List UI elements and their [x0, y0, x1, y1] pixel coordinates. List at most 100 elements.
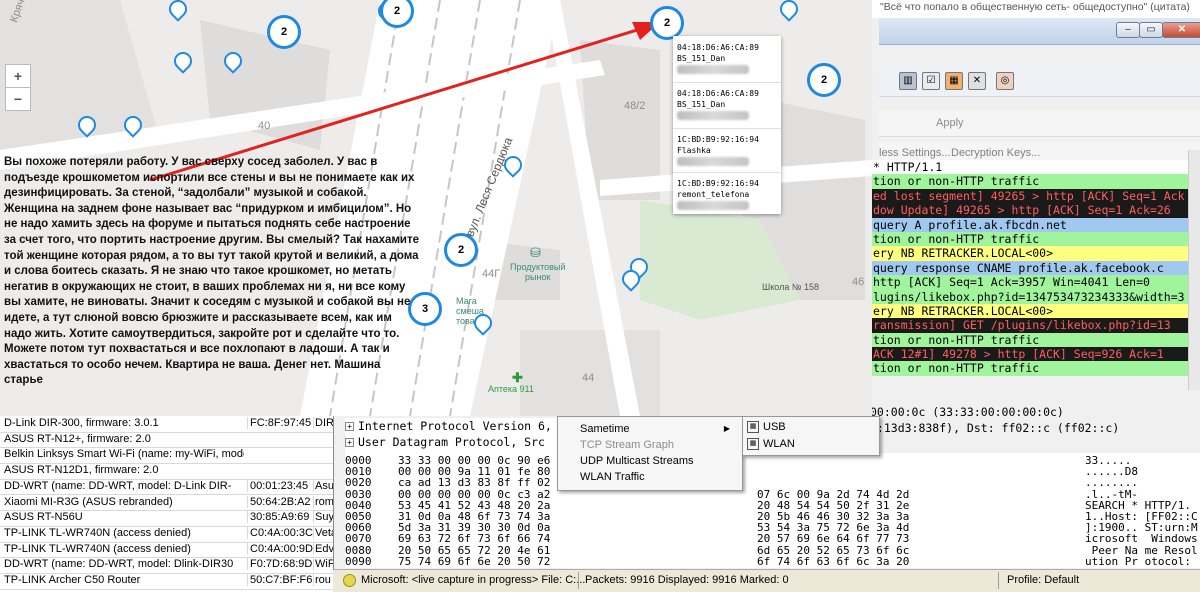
- main-toolbar: ▥ ☑ ▦ ✕ ◎: [879, 66, 1200, 97]
- submenu-item-wlan[interactable]: WLAN: [763, 436, 795, 452]
- router-extra: Suy: [313, 511, 333, 524]
- router-row[interactable]: TP-LINK Archer C50 Router 50:C7:BF:F6 rou: [0, 573, 333, 590]
- detail-line[interactable]: 00:00:0c (33:33:00:00:00:0c): [870, 404, 1200, 420]
- router-name: TP-LINK TL-WR740N (access denied): [4, 542, 191, 555]
- packet-row[interactable]: dow Update] 49265 > http [ACK] Seq=1 Ack…: [870, 203, 1188, 218]
- packet-row[interactable]: http [ACK] Seq=1 Ack=3957 Win=4041 Len=0: [870, 275, 1188, 290]
- packet-row[interactable]: ery NB RETRACKER.LOCAL<00>: [870, 246, 1188, 261]
- check-icon[interactable]: ☑: [922, 72, 940, 90]
- zoom-out-button[interactable]: −: [5, 87, 31, 111]
- detail-row-ipv6[interactable]: + Internet Protocol Version 6,: [345, 418, 560, 434]
- router-row[interactable]: ASUS RT-N12D1, firmware: 2.0: [0, 463, 333, 480]
- close-button[interactable]: ✕: [1162, 22, 1200, 38]
- packet-details-left: + Internet Protocol Version 6, + User Data…: [345, 418, 560, 454]
- map-view[interactable]: Крячевского вул. Леся Сердюка 40 48/2 44…: [0, 0, 872, 416]
- minimize-button[interactable]: –: [1116, 22, 1140, 38]
- decryption-keys-button[interactable]: Decryption Keys...: [951, 147, 1040, 159]
- usb-icon: ▦: [747, 421, 759, 433]
- maximize-button[interactable]: ▭: [1139, 22, 1163, 38]
- hex-hex-right: 6f 74 6f 63 6f 6c 3a 20: [757, 554, 910, 568]
- menu-item-wlan-traffic[interactable]: WLAN Traffic: [580, 469, 645, 485]
- map-cluster[interactable]: 2: [267, 15, 301, 49]
- router-name: DD-WRT (name: DD-WRT, model: D-Link DIR-: [4, 479, 232, 492]
- detail-row-udp[interactable]: + User Datagram Protocol, Src: [345, 434, 560, 450]
- router-extra: Edv: [313, 542, 333, 555]
- popup-entry[interactable]: 1C:BD:B9:92:16:94 Flashka: [677, 134, 777, 166]
- submenu-item-usb[interactable]: USB: [763, 419, 786, 435]
- stats-icon[interactable]: ▥: [899, 72, 917, 90]
- packet-row[interactable]: query A profile.ak.fbcdn.net: [870, 217, 1188, 232]
- router-extra: DIR-: [313, 417, 333, 429]
- color-icon[interactable]: ▦: [945, 72, 963, 90]
- detail-line[interactable]: d:13d3:838f), Dst: ff02::c (ff02::c): [870, 420, 1200, 436]
- router-row[interactable]: Belkin Linksys Smart Wi-Fi (name: my-WiF…: [0, 447, 333, 465]
- network-popup: 04:18:D6:A6:CA:89 BS_151_Dan 04:18:D6:A6…: [673, 36, 781, 214]
- capture-status-icon[interactable]: [343, 574, 356, 587]
- tools-icon[interactable]: ✕: [968, 72, 986, 90]
- wlan-icon: ▦: [747, 438, 759, 450]
- map-cluster[interactable]: 2: [807, 63, 841, 97]
- top-quote: "Всё что попало в общественную сеть- общ…: [880, 1, 1190, 13]
- menu-item-sametime[interactable]: Sametime ▶: [580, 421, 736, 437]
- status-file: Microsoft: <live capture in progress> Fi…: [361, 574, 586, 586]
- popup-mac: 1C:BD:B9:92:16:94: [677, 135, 759, 144]
- popup-entry[interactable]: 04:18:D6:A6:CA:89 BS_151_Dan: [677, 42, 777, 74]
- packet-row[interactable]: ransmission] GET /plugins/likebox.php?id…: [870, 318, 1188, 333]
- packet-row[interactable]: ed lost segment] 49265 > http [ACK] Seq=…: [870, 188, 1188, 204]
- packet-row[interactable]: tion or non-HTTP traffic: [870, 231, 1188, 247]
- hex-dump-pane[interactable]: 0000 33 33 00 00 00 0c 90 e6 33..... 0010 00…: [345, 453, 1200, 568]
- router-name: ASUS RT-N12+, firmware: 2.0: [4, 432, 151, 445]
- popup-entry[interactable]: 04:18:D6:A6:CA:89 BS_151_Dan: [677, 88, 777, 120]
- router-row[interactable]: TP-LINK TL-WR740N (access denied) C0:4A:0…: [0, 542, 333, 559]
- packet-row[interactable]: tion or non-HTTP traffic: [870, 174, 1188, 189]
- router-name: DD-WRT (name: DD-WRT, model: Dlink-DIR30: [4, 558, 234, 571]
- expand-icon[interactable]: +: [345, 422, 354, 431]
- shop-icon: ⛁: [530, 245, 541, 260]
- popup-name: BS_151_Dan: [677, 100, 726, 109]
- packet-row[interactable]: * HTTP/1.1: [870, 160, 1188, 175]
- router-mac: 50:C7:BF:F6: [247, 574, 314, 586]
- redacted-field: [677, 111, 749, 120]
- router-row[interactable]: ASUS RT-N12+, firmware: 2.0: [0, 432, 333, 449]
- popup-mac: 04:18:D6:A6:CA:89: [677, 89, 759, 98]
- zoom-in-button[interactable]: +: [5, 64, 31, 88]
- packet-list[interactable]: * HTTP/1.1 tion or non-HTTP traffic ed los…: [870, 160, 1188, 376]
- router-row[interactable]: DD-WRT (name: DD-WRT, model: Dlink-DIR30…: [0, 557, 333, 574]
- popup-name: remont_telefona: [677, 190, 750, 199]
- help-icon[interactable]: ◎: [996, 72, 1014, 90]
- popup-entry[interactable]: 1C:BD:B9:92:16:94 remont_telefona: [677, 178, 777, 210]
- packet-row[interactable]: ery NB RETRACKER.LOCAL<00>: [870, 303, 1188, 319]
- packet-row[interactable]: tion or non-HTTP traffic: [870, 332, 1188, 348]
- school-label: Школа № 158: [762, 282, 820, 292]
- router-name: ASUS RT-N56U: [4, 511, 83, 524]
- window-titlebar: – ▭ ✕: [879, 18, 1200, 45]
- popup-mac: 1C:BD:B9:92:16:94: [677, 179, 759, 188]
- router-mac: 50:64:2B:A2: [247, 495, 314, 508]
- map-cluster[interactable]: 2: [444, 233, 478, 267]
- status-profile[interactable]: Profile: Default: [1007, 574, 1079, 586]
- router-name: Belkin Linksys Smart Wi-Fi (name: my-WiF…: [4, 448, 244, 461]
- router-row[interactable]: ASUS RT-N56U 30:85:A9:69 Suy: [0, 510, 333, 527]
- packet-list-scrollbar[interactable]: [1188, 150, 1200, 390]
- packet-row[interactable]: lugins/likebox.php?id=134753473234333&wi…: [870, 289, 1188, 304]
- router-mac: F0:7D:68:9D: [247, 558, 314, 571]
- router-row[interactable]: DD-WRT (name: DD-WRT, model: D-Link DIR-…: [0, 479, 333, 496]
- apply-button[interactable]: Apply: [936, 117, 964, 129]
- packet-row[interactable]: ACK 12#1] 49278 > http [ACK] Seq=926 Ack…: [870, 347, 1188, 362]
- popup-name: BS_151_Dan: [677, 54, 726, 63]
- expand-icon[interactable]: +: [345, 438, 354, 447]
- hex-hex-offsets: 0090: [345, 554, 372, 568]
- router-row[interactable]: TP-LINK TL-WR740N (access denied) C0:4A:0…: [0, 526, 333, 543]
- market-label: Продуктовый рынок: [510, 262, 566, 282]
- menu-item-udp-multicast[interactable]: UDP Multicast Streams: [580, 453, 694, 469]
- router-row[interactable]: D-Link DIR-300, firmware: 3.0.1 FC:8F:97:…: [0, 416, 333, 433]
- hex-hex-left: 75 74 69 6f 6e 20 50 72: [398, 554, 551, 568]
- router-extra: WiF: [313, 558, 333, 571]
- router-row[interactable]: Xiaomi MI-R3G (ASUS rebranded) 50:64:2B:A…: [0, 495, 333, 512]
- router-name: Xiaomi MI-R3G (ASUS rebranded): [4, 495, 173, 508]
- submenu: ▦ USB ▦ WLAN: [742, 416, 880, 456]
- map-cluster[interactable]: 2: [650, 6, 684, 40]
- packet-row[interactable]: tion or non-HTTP traffic: [870, 361, 1188, 376]
- packet-row[interactable]: query response CNAME profile.ak.facebook…: [870, 260, 1188, 276]
- wireless-settings-button[interactable]: less Settings...: [879, 147, 951, 159]
